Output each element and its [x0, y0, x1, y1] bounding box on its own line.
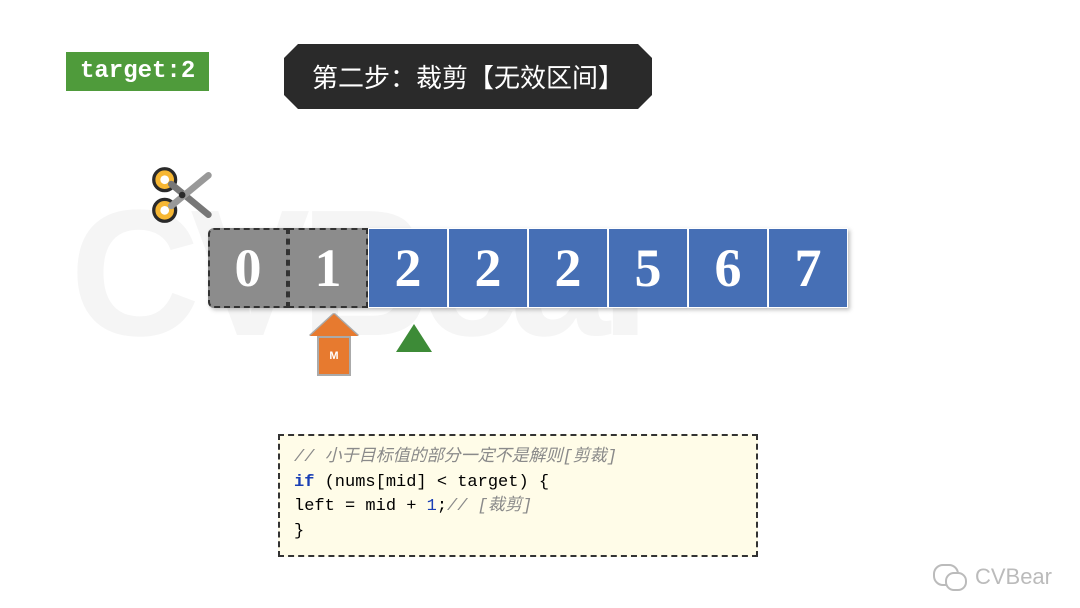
code-comment: // [裁剪] — [447, 497, 532, 516]
wechat-label: CVBear — [975, 564, 1052, 590]
code-snippet: // 小于目标值的部分一定不是解则[剪裁] if (nums[mid] < ta… — [278, 434, 758, 557]
array-cell: 2 — [368, 228, 448, 308]
target-badge: target:2 — [66, 52, 209, 91]
array-cell: 2 — [528, 228, 608, 308]
code-comment: // 小于目标值的部分一定不是解则[剪裁] — [294, 448, 617, 467]
code-text: ; — [437, 497, 447, 516]
wechat-icon — [933, 564, 965, 590]
array-cell: 2 — [448, 228, 528, 308]
code-keyword: if — [294, 473, 314, 492]
mid-pointer-arrow: M — [310, 314, 358, 376]
code-text: left = mid + — [294, 497, 427, 516]
step-title-box: 第二步：裁剪【无效区间】 — [284, 44, 652, 109]
left-pointer-triangle — [396, 324, 432, 352]
code-text: (nums[mid] < target) { — [314, 473, 549, 492]
mid-pointer-label: M — [317, 336, 351, 376]
array-cell: 1 — [288, 228, 368, 308]
array-cell: 6 — [688, 228, 768, 308]
wechat-watermark: CVBear — [933, 564, 1052, 590]
array-cell: 5 — [608, 228, 688, 308]
array-cell: 7 — [768, 228, 848, 308]
code-number: 1 — [427, 497, 437, 516]
array-row: 0 1 2 2 2 5 6 7 — [208, 228, 848, 308]
array-cell: 0 — [208, 228, 288, 308]
code-text: } — [294, 522, 304, 541]
scissors-icon — [145, 160, 215, 230]
